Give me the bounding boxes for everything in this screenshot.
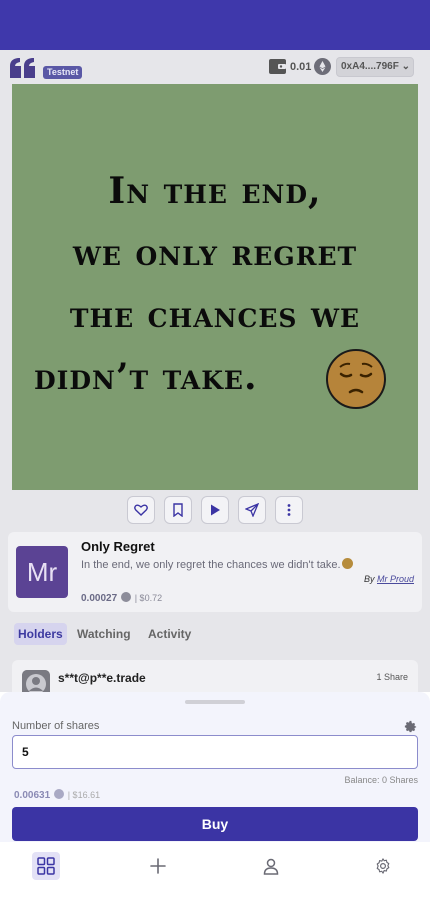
tab-watching[interactable]: Watching <box>73 623 135 645</box>
shares-balance: Balance: 0 Shares <box>344 775 418 785</box>
eth-icon <box>120 592 131 602</box>
buy-button[interactable]: Buy <box>12 807 418 841</box>
wallet-address-button[interactable]: 0xA4....796F ⌄ <box>336 57 414 77</box>
bookmark-button[interactable] <box>164 496 192 524</box>
status-bar <box>0 0 430 50</box>
play-icon <box>211 504 220 516</box>
total-usd: | $16.61 <box>67 790 101 800</box>
author-link[interactable]: Mr Proud <box>377 574 414 584</box>
app-header: Testnet 0.01 0xA4....796F ⌄ <box>0 50 430 84</box>
price-value: 0.00027 <box>81 593 118 604</box>
sheet-handle[interactable] <box>185 700 245 704</box>
send-icon <box>245 503 259 517</box>
holder-name: s**t@p**e.trade <box>58 671 146 685</box>
author-prefix: By <box>363 574 375 584</box>
heart-icon <box>134 504 148 516</box>
wallet-balance: 0.01 <box>290 61 312 73</box>
post-description: In the end, we only regret the chances w… <box>81 558 353 571</box>
testnet-badge: Testnet <box>43 66 83 79</box>
shares-input[interactable] <box>12 735 418 769</box>
quote-line: the chances we <box>69 294 361 336</box>
post-info-card[interactable]: Mr Only Regret In the end, we only regre… <box>8 532 422 612</box>
bottom-nav <box>0 842 430 900</box>
grid-icon <box>37 857 55 875</box>
holder-shares: 1 Share <box>376 672 408 682</box>
wallet-icon <box>269 59 286 74</box>
nav-create[interactable] <box>144 852 172 880</box>
nav-profile[interactable] <box>257 852 285 880</box>
pensive-face-icon <box>326 349 386 409</box>
tab-holders[interactable]: Holders <box>14 623 67 645</box>
plus-icon <box>150 858 166 874</box>
tab-activity[interactable]: Activity <box>144 623 195 645</box>
share-button[interactable] <box>238 496 266 524</box>
post-description-text: In the end, we only regret the chances w… <box>81 559 341 571</box>
eth-icon <box>53 789 64 799</box>
post-title: Only Regret <box>81 539 155 554</box>
avatar[interactable]: Mr <box>16 546 68 598</box>
chevron-down-icon: ⌄ <box>401 61 410 72</box>
post-author: By Mr Proud <box>364 574 414 584</box>
price-usd: | $0.72 <box>134 593 163 603</box>
quote-line: In the end, <box>108 170 322 212</box>
more-button[interactable] <box>275 496 303 524</box>
like-button[interactable] <box>127 496 155 524</box>
total-value: 0.00631 <box>14 790 51 801</box>
more-vertical-icon <box>287 504 291 516</box>
shares-label: Number of shares <box>12 720 100 732</box>
bookmark-icon <box>173 503 183 517</box>
wallet-address: 0xA4....796F <box>341 61 399 72</box>
gear-icon[interactable] <box>403 719 418 734</box>
settings-icon <box>376 858 390 874</box>
total-price: 0.00631 | $16.61 <box>14 789 100 801</box>
quote-logo-icon[interactable] <box>10 58 36 78</box>
post-price: 0.00027 | $0.72 <box>81 592 162 604</box>
play-button[interactable] <box>201 496 229 524</box>
eth-icon <box>314 58 331 75</box>
nav-home[interactable] <box>32 852 60 880</box>
pensive-face-icon <box>341 558 353 569</box>
nav-settings[interactable] <box>369 852 397 880</box>
quote-line: we only regret <box>72 232 358 274</box>
user-icon <box>263 858 279 875</box>
